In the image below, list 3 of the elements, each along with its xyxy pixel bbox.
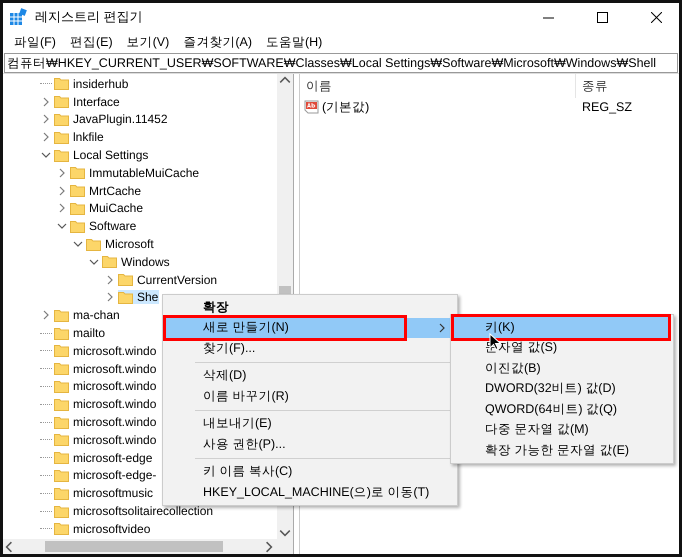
value-type: REG_SZ: [581, 100, 632, 114]
window-title: 레지스트리 편집기: [35, 8, 144, 26]
value-name: (기본값): [322, 98, 370, 116]
